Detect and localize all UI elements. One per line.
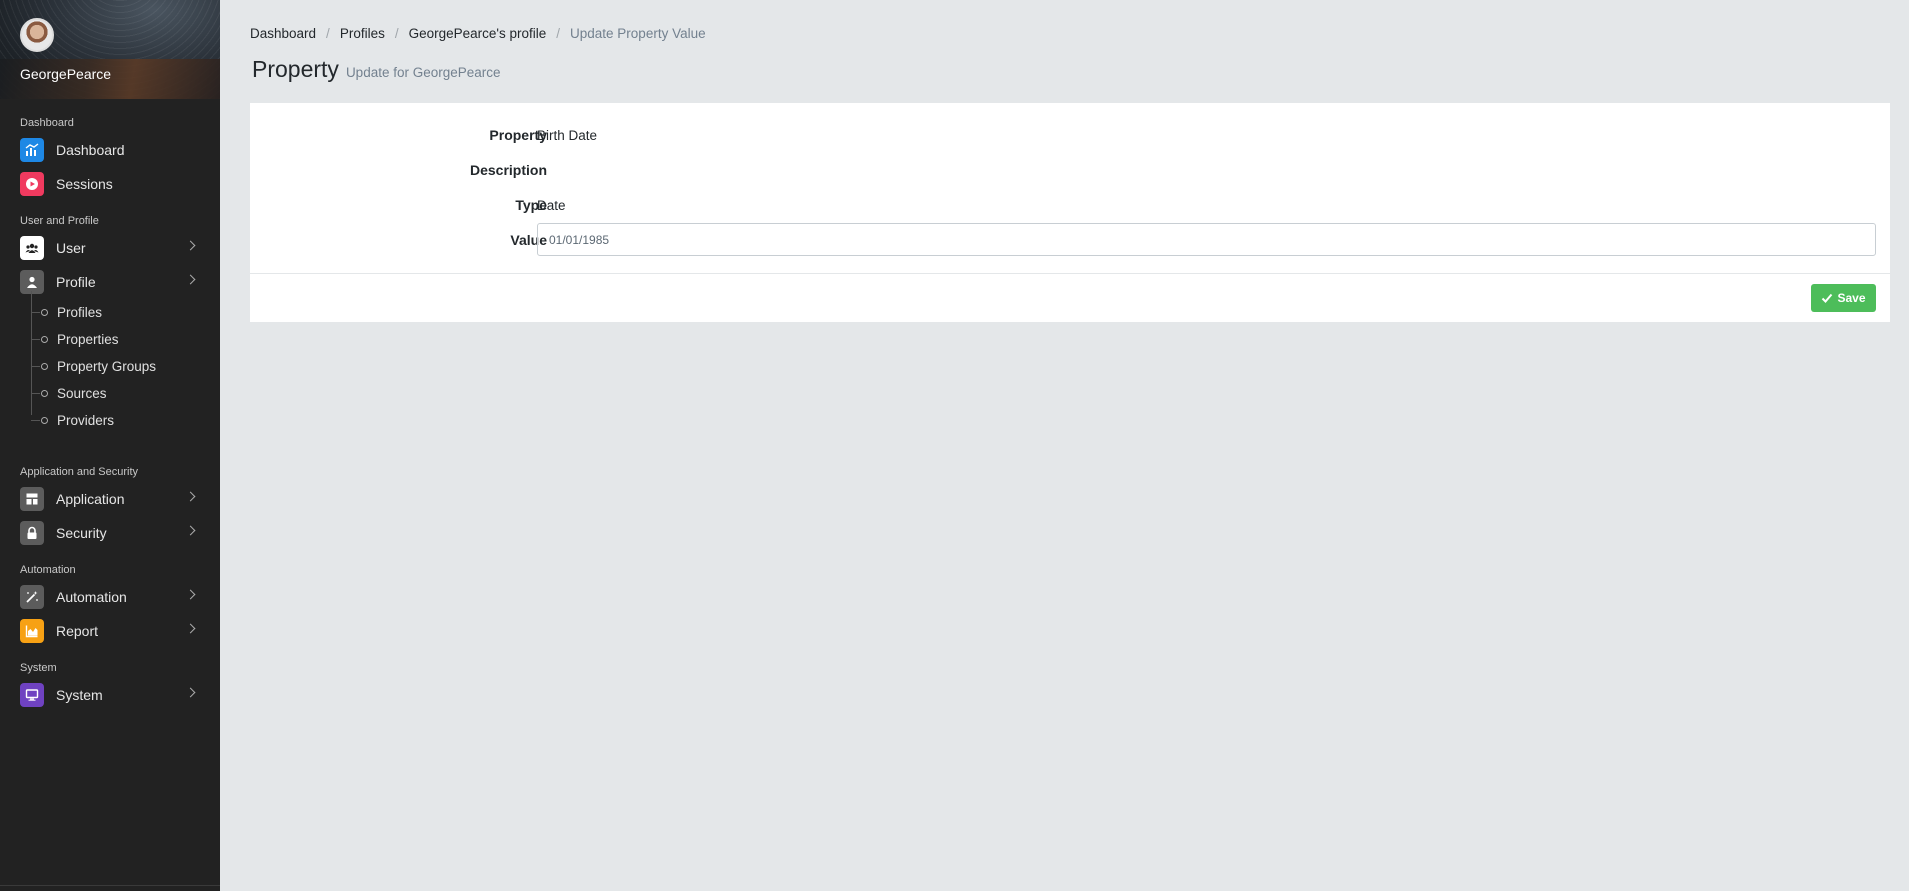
- chevron-right-icon: [185, 240, 196, 251]
- sidebar: GeorgePearce Dashboard Dashboard Session…: [0, 0, 220, 891]
- sidebar-item-sessions[interactable]: Sessions: [0, 167, 220, 201]
- sidebar-item-label: Automation: [56, 589, 127, 605]
- page-title: Property: [252, 56, 339, 82]
- sidebar-item-report[interactable]: Report: [0, 614, 220, 648]
- lock-icon: [20, 521, 44, 545]
- section-dashboard: Dashboard: [20, 117, 74, 129]
- sidebar-header: GeorgePearce: [0, 0, 220, 99]
- sidebar-item-label: Profile: [56, 274, 96, 290]
- chart-icon: [20, 138, 44, 162]
- sidebar-subitem-property-groups[interactable]: Property Groups: [0, 353, 220, 380]
- breadcrumb-current: Update Property Value: [570, 26, 706, 41]
- sidebar-item-label: Security: [56, 525, 107, 541]
- breadcrumb: Dashboard / Profiles / GeorgePearce's pr…: [250, 26, 706, 41]
- avatar[interactable]: [20, 18, 54, 52]
- save-button[interactable]: Save: [1811, 284, 1876, 312]
- monitor-icon: [20, 683, 44, 707]
- sidebar-item-label: Sessions: [56, 176, 113, 192]
- sidebar-item-dashboard[interactable]: Dashboard: [0, 133, 220, 167]
- sidebar-item-profile[interactable]: Profile: [0, 265, 220, 299]
- chevron-right-icon: [185, 623, 196, 634]
- play-circle-icon: [20, 172, 44, 196]
- sidebar-nav: Dashboard Dashboard Sessions User and Pr…: [0, 99, 220, 712]
- description-label: Description: [469, 162, 547, 178]
- chevron-right-icon: [185, 589, 196, 600]
- breadcrumb-profile[interactable]: GeorgePearce's profile: [409, 26, 547, 41]
- sidebar-subitem-profiles[interactable]: Profiles: [0, 299, 220, 326]
- area-chart-icon: [20, 619, 44, 643]
- breadcrumb-separator: /: [326, 26, 330, 41]
- user-name[interactable]: GeorgePearce: [20, 66, 111, 82]
- sidebar-subitem-sources[interactable]: Sources: [0, 380, 220, 407]
- sidebar-item-system[interactable]: System: [0, 678, 220, 712]
- type-row: Type Date: [250, 197, 1890, 213]
- profile-submenu: Profiles Properties Property Groups Sour…: [0, 291, 220, 434]
- breadcrumb-profiles[interactable]: Profiles: [340, 26, 385, 41]
- users-icon: [20, 236, 44, 260]
- type-value: Date: [537, 197, 566, 213]
- save-button-label: Save: [1837, 291, 1866, 305]
- chevron-right-icon: [185, 687, 196, 698]
- breadcrumb-dashboard[interactable]: Dashboard: [250, 26, 316, 41]
- type-label: Type: [515, 197, 547, 213]
- page-header: Property Update for GeorgePearce: [252, 56, 501, 83]
- section-automation: Automation: [20, 564, 76, 576]
- description-row: Description: [250, 162, 1890, 178]
- sidebar-item-automation[interactable]: Automation: [0, 580, 220, 614]
- section-system: System: [20, 662, 57, 674]
- value-input[interactable]: 01/01/1985: [537, 223, 1876, 256]
- user-icon: [20, 270, 44, 294]
- sidebar-item-user[interactable]: User: [0, 231, 220, 265]
- magic-wand-icon: [20, 585, 44, 609]
- page-subtitle: Update for GeorgePearce: [345, 65, 501, 80]
- application-icon: [20, 487, 44, 511]
- sidebar-item-label: User: [56, 240, 86, 256]
- sidebar-item-application[interactable]: Application: [0, 482, 220, 516]
- sidebar-footer: [0, 885, 220, 891]
- sidebar-item-label: System: [56, 687, 103, 703]
- property-label: Property: [489, 127, 547, 143]
- breadcrumb-separator: /: [394, 26, 399, 41]
- chevron-right-icon: [185, 491, 196, 502]
- value-label: Value: [510, 231, 547, 248]
- chevron-right-icon: [185, 525, 196, 536]
- sidebar-item-label: Application: [56, 491, 125, 507]
- sidebar-item-label: Dashboard: [56, 142, 125, 158]
- property-value: Birth Date: [537, 127, 598, 143]
- card-divider: [250, 273, 1890, 274]
- section-app-security: Application and Security: [20, 466, 139, 478]
- breadcrumb-separator: /: [556, 26, 561, 41]
- sidebar-item-security[interactable]: Security: [0, 516, 220, 550]
- main-content: Dashboard / Profiles / GeorgePearce's pr…: [220, 0, 1909, 891]
- check-icon: [1822, 293, 1833, 303]
- chevron-right-icon: [185, 274, 196, 285]
- sidebar-subitem-properties[interactable]: Properties: [0, 326, 220, 353]
- section-user-profile: User and Profile: [20, 215, 99, 227]
- sidebar-subitem-providers[interactable]: Providers: [0, 407, 220, 434]
- property-form-card: Property Birth Date Description Type Dat…: [250, 103, 1890, 322]
- property-row: Property Birth Date: [250, 127, 1890, 143]
- sidebar-item-label: Report: [56, 623, 99, 639]
- value-row: Value 01/01/1985: [250, 223, 1890, 256]
